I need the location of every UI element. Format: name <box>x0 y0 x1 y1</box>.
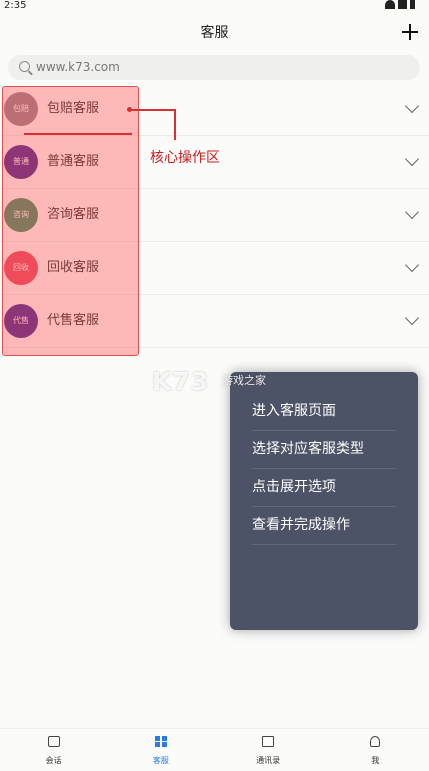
status-bar: 2:35 <box>0 0 429 14</box>
step-item: 进入客服页面 <box>252 392 396 431</box>
chevron-down-icon[interactable] <box>404 98 420 114</box>
watermark-text: 游戏之家 <box>222 374 266 387</box>
step-item: 查看并完成操作 <box>252 506 396 545</box>
wifi-icon <box>385 0 395 9</box>
tab-bar: 会话 客服 通讯录 我 <box>0 728 429 771</box>
step-item: 点击展开选项 <box>252 468 396 507</box>
callout-line <box>174 109 176 140</box>
tab-chat[interactable]: 会话 <box>0 729 107 771</box>
grid-icon <box>154 736 167 747</box>
tab-label: 通讯录 <box>256 756 281 765</box>
chevron-down-icon[interactable] <box>404 151 420 167</box>
status-icons <box>385 0 415 9</box>
watermark-logo: K73 <box>152 367 210 396</box>
header: 客服 <box>0 22 429 44</box>
tab-contacts[interactable]: 通讯录 <box>215 729 322 771</box>
person-icon <box>370 736 381 747</box>
steps-panel: 进入客服页面 选择对应客服类型 点击展开选项 查看并完成操作 <box>230 372 418 630</box>
tab-label: 客服 <box>152 756 169 765</box>
tab-me[interactable]: 我 <box>322 729 429 771</box>
add-icon[interactable] <box>401 23 419 41</box>
callout-line <box>130 109 175 111</box>
status-time: 2:35 <box>4 0 27 11</box>
core-area-label: 核心操作区 <box>150 150 220 166</box>
chat-icon <box>47 736 60 747</box>
chevron-down-icon[interactable] <box>404 257 420 273</box>
callout-line <box>24 133 132 135</box>
search-bar[interactable] <box>8 55 420 80</box>
tab-label: 会话 <box>45 756 62 765</box>
search-input[interactable] <box>36 55 396 80</box>
chevron-down-icon[interactable] <box>404 204 420 220</box>
core-area-highlight <box>2 86 139 356</box>
chevron-down-icon[interactable] <box>404 310 420 326</box>
step-item: 选择对应客服类型 <box>252 430 396 469</box>
search-icon <box>19 61 30 72</box>
signal-icon <box>398 0 407 9</box>
battery-icon <box>410 0 415 9</box>
tab-service[interactable]: 客服 <box>107 729 214 771</box>
page-title: 客服 <box>200 25 229 41</box>
tab-label: 我 <box>371 756 380 765</box>
contacts-icon <box>262 736 275 747</box>
